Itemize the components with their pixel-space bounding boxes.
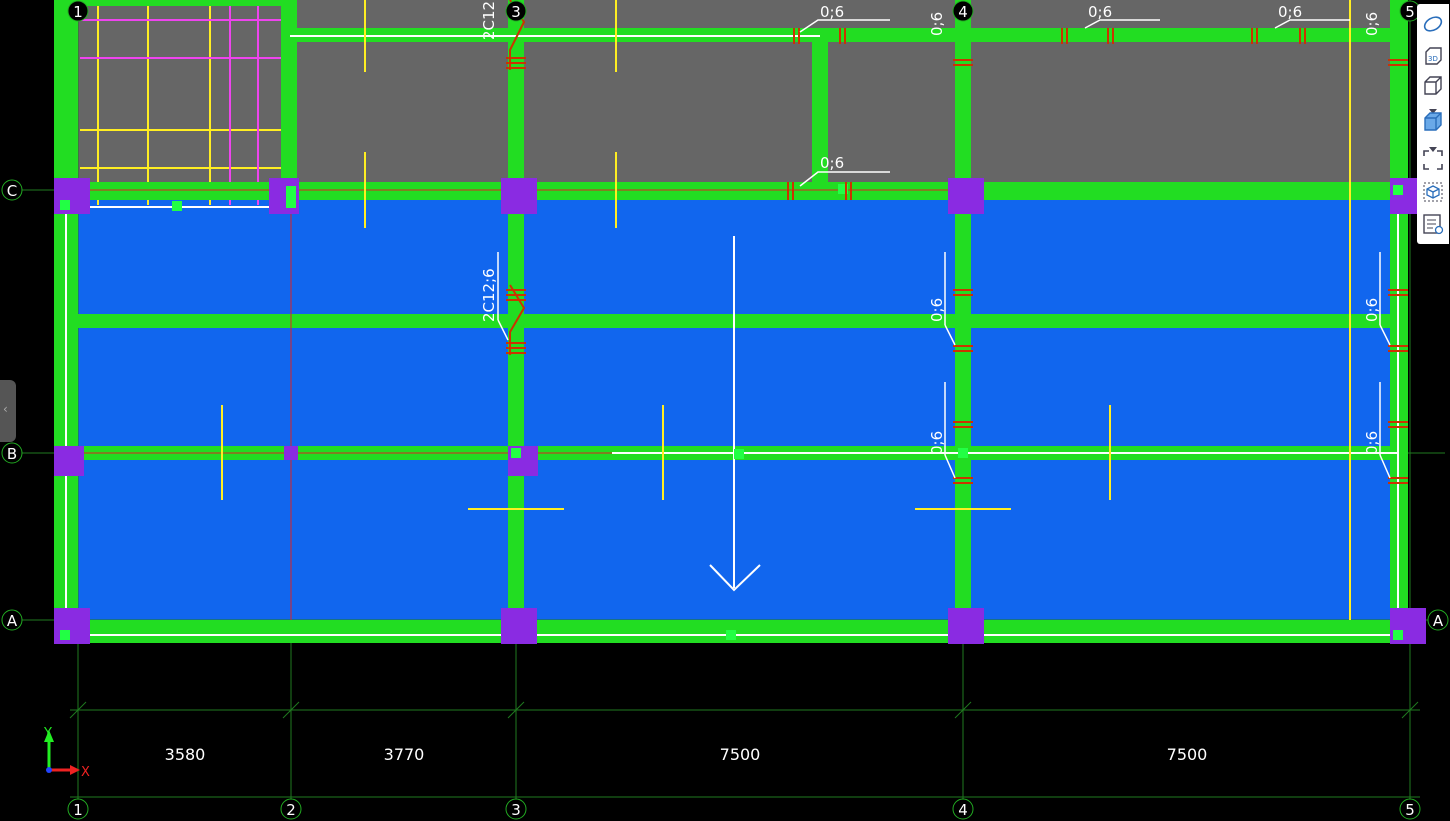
shaded-box-icon[interactable] bbox=[1421, 110, 1445, 134]
layers-icon[interactable] bbox=[1421, 212, 1445, 236]
slab-gray-right bbox=[963, 0, 1401, 184]
axis-row-label-b: B bbox=[7, 445, 17, 463]
dimension-7500-b: 7500 bbox=[1167, 745, 1208, 764]
chevron-down-icon[interactable] bbox=[1429, 100, 1437, 114]
chevron-down-icon[interactable] bbox=[1429, 138, 1437, 152]
axis-label-2: 2 bbox=[286, 801, 296, 819]
axis-top-label-3: 3 bbox=[511, 3, 521, 21]
axis-label-3: 3 bbox=[511, 801, 521, 819]
axis-row-label-c: C bbox=[7, 182, 17, 200]
dimension-3770: 3770 bbox=[384, 745, 425, 764]
axis-top-label-1: 1 bbox=[73, 3, 83, 21]
axis-top-label-4: 4 bbox=[958, 3, 968, 21]
svg-text:3D: 3D bbox=[1428, 55, 1438, 63]
view-toolbar: 3D bbox=[1417, 4, 1449, 244]
zoom-extents-icon[interactable] bbox=[1421, 148, 1445, 172]
axis-row-label-a: A bbox=[7, 612, 18, 630]
beam-label-1: 2C12;6 bbox=[480, 0, 498, 40]
axis-label-5: 5 bbox=[1405, 801, 1415, 819]
slab-gray-mid bbox=[291, 0, 963, 184]
dimension-7500-a: 7500 bbox=[720, 745, 761, 764]
axis-top-label-5: 5 bbox=[1405, 3, 1415, 21]
drawing-canvas[interactable]: 0;6 0;6 0;6 0;6 0;6 0;6 0;6 0;6 0;6 0;6 … bbox=[0, 0, 1450, 821]
rebar-label-9: 0;6 bbox=[1363, 298, 1381, 322]
model-icon[interactable] bbox=[1421, 180, 1445, 204]
rebar-label-7: 0;6 bbox=[928, 431, 946, 455]
rebar-label-5: 0;6 bbox=[928, 12, 946, 36]
rebar-label-10: 0;6 bbox=[1363, 431, 1381, 455]
rebar-label-3: 0;6 bbox=[1278, 3, 1302, 21]
dimension-3580: 3580 bbox=[165, 745, 206, 764]
axis-label-1: 1 bbox=[73, 801, 83, 819]
rebar-label-4: 0;6 bbox=[820, 154, 844, 172]
chevron-left-icon: ‹ bbox=[3, 402, 8, 416]
3d-view-icon[interactable]: 3D bbox=[1421, 44, 1445, 68]
rebar-label-6: 0;6 bbox=[928, 298, 946, 322]
axis-bubbles-bottom bbox=[67, 798, 1421, 820]
slab-gray-left bbox=[78, 0, 291, 184]
box-view-icon[interactable] bbox=[1421, 74, 1445, 98]
shape-view-icon[interactable] bbox=[1421, 12, 1445, 36]
axis-label-4: 4 bbox=[958, 801, 968, 819]
beam-label-2: 2C12;6 bbox=[480, 268, 498, 322]
rebar-label-1: 0;6 bbox=[820, 3, 844, 21]
ucs-y-label: Y bbox=[43, 726, 52, 741]
panel-collapse-handle[interactable]: ‹ bbox=[0, 380, 16, 442]
ucs-x-label: X bbox=[81, 765, 90, 780]
axis-row-label-a-right: A bbox=[1433, 612, 1444, 630]
rebar-label-2: 0;6 bbox=[1088, 3, 1112, 21]
rebar-label-8: 0;6 bbox=[1363, 12, 1381, 36]
